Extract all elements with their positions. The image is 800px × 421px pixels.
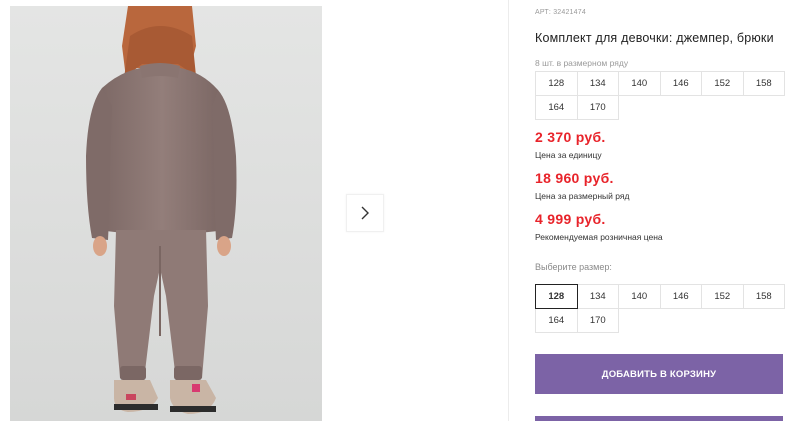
add-to-cart-button[interactable]: ДОБАВИТЬ В КОРЗИНУ (535, 354, 783, 394)
size-option-146[interactable]: 146 (659, 284, 702, 309)
price-per-unit: 2 370 руб. (535, 129, 606, 145)
size-option-158[interactable]: 158 (742, 284, 785, 309)
gallery-next-button[interactable] (346, 194, 384, 232)
price-per-pack: 18 960 руб. (535, 170, 614, 186)
product-sku: АРТ: 32421474 (535, 9, 586, 16)
size-option-152[interactable]: 152 (701, 284, 744, 309)
size-option-170[interactable]: 170 (576, 308, 619, 333)
pack-size-cell: 164 (535, 95, 578, 120)
chevron-right-icon (361, 206, 369, 220)
size-option-134[interactable]: 134 (576, 284, 619, 309)
product-photo[interactable] (10, 6, 322, 421)
size-option-128[interactable]: 128 (535, 284, 578, 309)
size-option-140[interactable]: 140 (618, 284, 661, 309)
size-option-164[interactable]: 164 (535, 308, 578, 333)
pack-size-cell: 128 (535, 71, 578, 96)
pack-size-cell: 146 (659, 71, 702, 96)
pack-size-cell: 170 (576, 95, 619, 120)
pack-sizes-label: 8 шт. в размерном ряду (535, 58, 629, 68)
column-divider (508, 0, 509, 421)
size-selector: 128 134 140 146 152 158 164 170 (535, 284, 785, 333)
price-per-unit-label: Цена за единицу (535, 150, 602, 160)
pack-size-grid: 128 134 140 146 152 158 164 170 (535, 71, 785, 120)
pack-size-cell: 158 (742, 71, 785, 96)
secondary-action-button[interactable] (535, 416, 783, 421)
product-title: Комплект для девочки: джемпер, брюки (535, 31, 774, 45)
size-selector-label: Выберите размер: (535, 262, 612, 272)
pack-size-cell: 152 (701, 71, 744, 96)
product-image (10, 6, 322, 421)
recommended-retail-price-label: Рекомендуемая розничная цена (535, 232, 663, 242)
price-per-pack-label: Цена за размерный ряд (535, 191, 630, 201)
pack-size-cell: 134 (576, 71, 619, 96)
pack-size-cell: 140 (618, 71, 661, 96)
recommended-retail-price: 4 999 руб. (535, 211, 606, 227)
